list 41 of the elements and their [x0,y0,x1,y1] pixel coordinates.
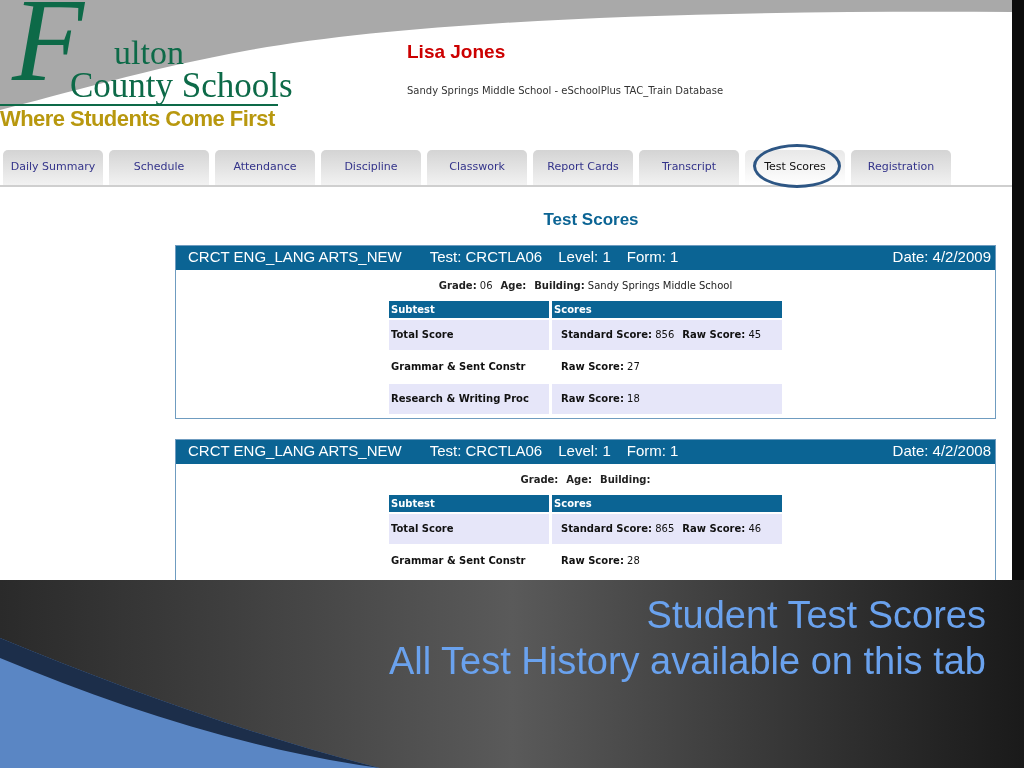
tab[interactable]: Transcript [639,150,739,185]
logo-name: ulton [114,36,184,70]
info-field: Age: [500,277,527,293]
column-header: Scores [552,494,782,512]
test-level: Level: 1 [558,247,611,268]
info-field: Grade: 06 [438,277,493,293]
table-cell: Total Score [389,513,549,544]
school-line: Sandy Springs Middle School - eSchoolPlus TAC_Train Database [407,83,724,98]
table-cell: Raw Score: 18 [552,383,782,414]
test-code: Test: CRCTLA06 [429,441,543,462]
info-field: Building: Sandy Springs Middle School [534,277,733,293]
table-cell: Research & Writing Proc [389,383,549,414]
column-header: Subtest [389,494,549,512]
logo-tagline: Where Students Come First [0,108,275,130]
table-cell: Standard Score: 856 Raw Score: 45 [552,319,782,350]
tab[interactable]: Daily Summary [3,150,103,185]
test-date: Date: 4/2/2009 [892,247,991,268]
test-name: CRCT ENG_LANG ARTS_NEW [188,441,402,462]
info-field: Age: [566,471,592,487]
test-code: Test: CRCTLA06 [429,247,543,268]
tab[interactable]: Discipline [321,150,421,185]
tab[interactable]: Registration [851,150,951,185]
test-date: Date: 4/2/2008 [892,441,991,462]
page-title: Test Scores [543,209,639,231]
table-cell: Total Score [389,319,549,350]
test-form: Form: 1 [626,441,679,462]
student-name: Lisa Jones [407,40,507,64]
tab[interactable]: Attendance [215,150,315,185]
test-name: CRCT ENG_LANG ARTS_NEW [188,247,402,268]
test-level: Level: 1 [558,441,611,462]
tab[interactable]: Classwork [427,150,527,185]
info-field: Building: [600,471,651,487]
table-cell: Standard Score: 865 Raw Score: 46 [552,513,782,544]
caption-line: Student Test Scores [646,593,986,638]
test-form: Form: 1 [626,247,679,268]
info-field: Grade: [520,471,559,487]
tab[interactable]: Report Cards [533,150,633,185]
caption-line: All Test History available on this tab [388,639,986,684]
column-header: Subtest [389,300,549,318]
column-header: Scores [552,300,782,318]
tab[interactable]: Schedule [109,150,209,185]
